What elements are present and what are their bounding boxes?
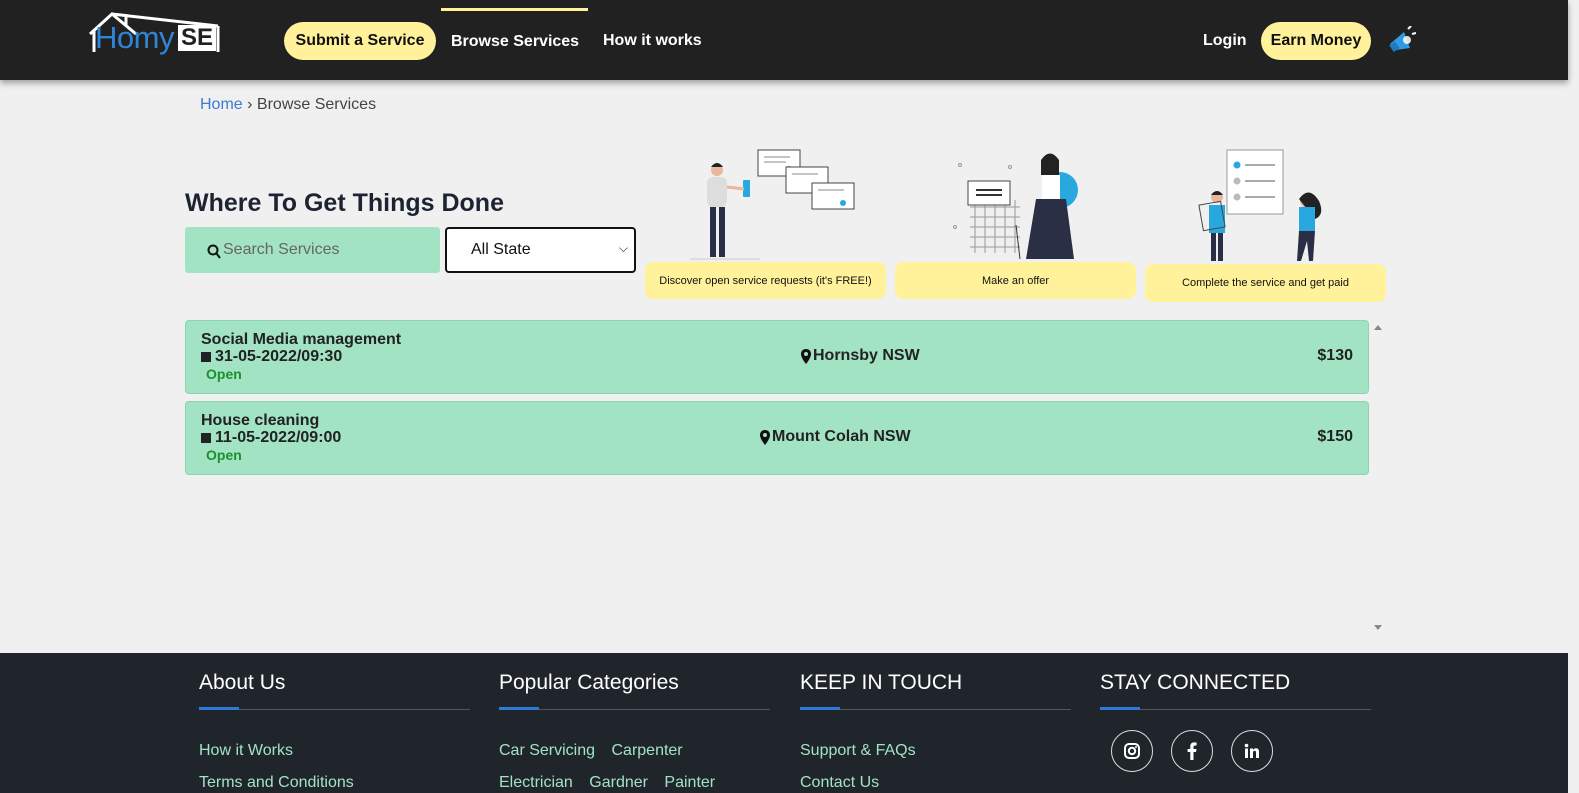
nav-how-it-works[interactable]: How it works [603,32,702,50]
listing-datetime: 11-05-2022/09:00 [201,429,341,447]
listing-location: Mount Colah NSW [760,428,911,446]
listing-title: Social Media management [201,331,402,348]
earn-money-button[interactable]: Earn Money [1261,22,1371,60]
footer-link-support[interactable]: Support & FAQs [800,735,1071,767]
calendar-icon [201,433,211,443]
service-listing[interactable]: House cleaning 11-05-2022/09:00 Open Mou… [185,401,1369,475]
scroll-down-arrow[interactable] [1374,625,1382,630]
chevron-down-icon: ⌵ [618,241,628,255]
listing-price: $150 [1317,428,1353,445]
search-input[interactable] [223,241,423,259]
category-link-electrician[interactable]: Electrician [499,774,573,791]
scroll-up-arrow[interactable] [1374,325,1382,330]
breadcrumb-home-link[interactable]: Home [200,96,243,113]
step-card-make-offer: Make an offer [895,262,1136,299]
breadcrumb: Home › Browse Services [200,96,376,114]
breadcrumb-separator: › [247,96,253,113]
category-link-gardner[interactable]: Gardner [589,774,648,791]
calendar-icon [201,352,211,362]
footer-about-heading: About Us [199,671,470,710]
logo-suffix[interactable]: SE [178,25,217,51]
state-select-value: All State [471,241,531,258]
submit-service-button[interactable]: Submit a Service [284,22,436,60]
map-pin-icon [801,348,811,364]
get-paid-illustration [1198,149,1322,261]
step-card-discover: Discover open service requests (it's FRE… [645,262,886,299]
listing-price: $130 [1317,347,1353,364]
footer-stay-connected: STAY CONNECTED [1100,671,1371,710]
listing-datetime: 31-05-2022/09:30 [201,348,342,366]
discover-illustration [690,149,855,260]
listing-status: Open [206,447,242,463]
instagram-icon[interactable] [1111,730,1153,772]
footer: About Us How it Works Terms and Conditio… [0,653,1568,793]
listing-location-text: Hornsby NSW [813,347,920,364]
listing-title: House cleaning [201,412,320,429]
make-offer-illustration [953,153,1078,260]
footer-link-terms[interactable]: Terms and Conditions [199,767,470,793]
linkedin-icon[interactable] [1231,730,1273,772]
footer-about: About Us How it Works Terms and Conditio… [199,671,470,793]
footer-categories-heading: Popular Categories [499,671,770,710]
state-select[interactable]: All State ⌵ [445,227,636,273]
footer-categories: Popular Categories Car Servicing Carpent… [499,671,770,793]
map-pin-icon [760,429,770,445]
service-listing[interactable]: Social Media management 31-05-2022/09:30… [185,320,1369,394]
nav-browse-services[interactable]: Browse Services [451,33,579,51]
listing-datetime-text: 11-05-2022/09:00 [215,429,342,446]
logo-text[interactable]: Homy [95,20,174,56]
active-tab-indicator [441,8,588,11]
step-card-get-paid: Complete the service and get paid [1145,264,1386,302]
breadcrumb-current: Browse Services [256,96,377,113]
footer-touch-heading: KEEP IN TOUCH [800,671,1071,710]
page-title: Where To Get Things Done [185,189,504,217]
top-navbar: Homy SE Submit a Service Browse Services… [0,0,1568,80]
footer-connected-heading: STAY CONNECTED [1100,671,1371,710]
footer-keep-in-touch: KEEP IN TOUCH Support & FAQs Contact Us [800,671,1071,793]
search-icon [207,244,221,259]
listing-status: Open [206,366,242,382]
footer-link-contact[interactable]: Contact Us [800,767,1071,793]
listing-location-text: Mount Colah NSW [772,428,911,445]
listing-datetime-text: 31-05-2022/09:30 [215,348,343,365]
category-link-painter[interactable]: Painter [664,774,715,791]
facebook-icon[interactable] [1171,730,1213,772]
category-link-car-servicing[interactable]: Car Servicing [499,742,595,759]
search-box[interactable] [185,227,440,273]
footer-link-how-it-works[interactable]: How it Works [199,735,470,767]
listing-location: Hornsby NSW [801,347,920,365]
category-link-carpenter[interactable]: Carpenter [611,742,682,759]
login-link[interactable]: Login [1203,32,1247,50]
megaphone-icon[interactable] [1386,26,1416,56]
